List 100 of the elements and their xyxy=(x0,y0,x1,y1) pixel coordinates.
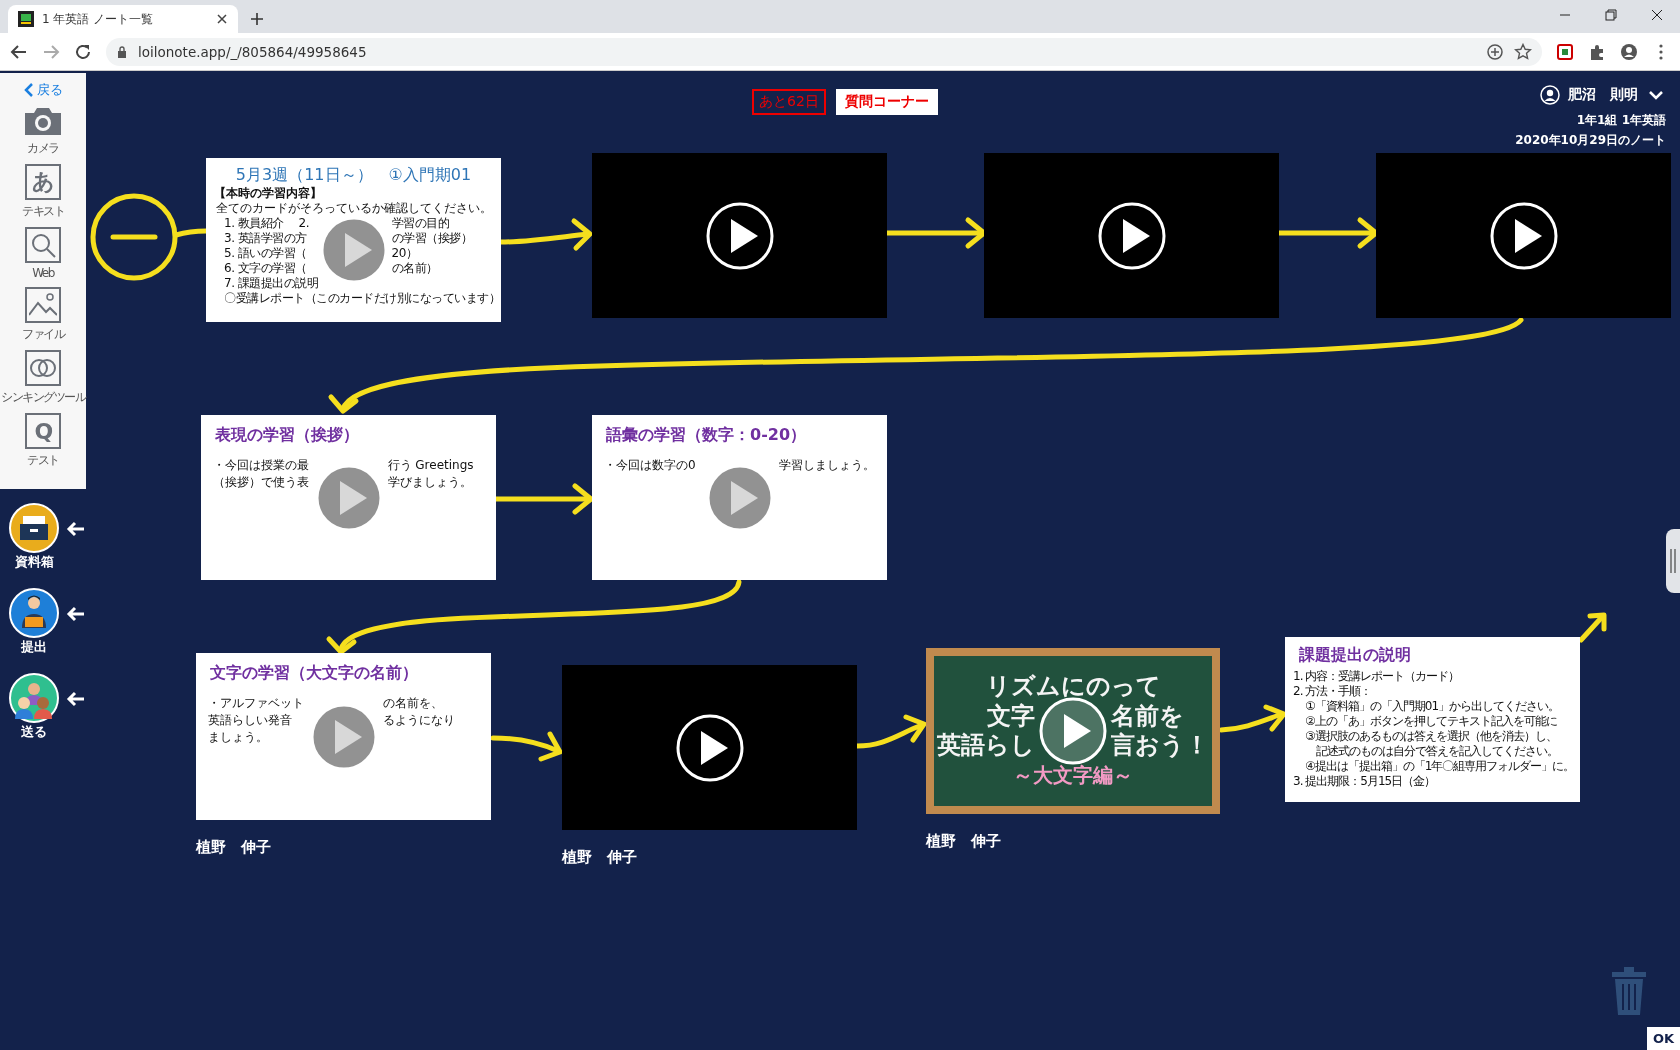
slide-line: ・今回は授業の最 xyxy=(213,457,310,474)
note-date: 2020年10月29日のノート xyxy=(1515,132,1666,149)
slide-title: 文字の学習（大文字の名前） xyxy=(210,662,419,684)
play-button[interactable] xyxy=(1039,697,1107,765)
image-icon xyxy=(25,287,61,323)
video-card[interactable] xyxy=(592,153,887,318)
play-button[interactable] xyxy=(1097,201,1166,270)
connector-arrow xyxy=(1578,612,1607,643)
tool-button[interactable]: カメラ xyxy=(23,105,63,157)
text-card[interactable]: 課題提出の説明 1. 内容：受講レポート（カード） 2. 方法・手順： ①「資料箱」の「入門期01」から出してください。 ②上の「あ」ボタンを押してテキスト記入を可能に ③選択肢のあるものは答えを選択（他を消去）し、 記述式のものは自分で答えを記入してください。 ④提出は「提出箱」の「1年〇組専用フォルダー」に。 3. 提出期限：5月15日（金） xyxy=(1285,637,1580,802)
notebook-icon xyxy=(18,11,34,27)
profile-icon[interactable] xyxy=(1620,42,1638,61)
tray-button[interactable]: 資料箱 xyxy=(9,503,59,571)
slide-line: 学習しましょう。 xyxy=(778,457,876,474)
card-line: 記述式のものは自分で答えを記入してください。 xyxy=(1315,744,1559,759)
card-line: ③選択肢のあるものは答えを選択（他を消去）し、 xyxy=(1305,729,1558,744)
author-name: 植野 伸子 xyxy=(196,838,271,857)
side-panel-handle[interactable] xyxy=(1666,529,1680,593)
search-icon xyxy=(25,227,61,263)
star-icon[interactable] xyxy=(1514,42,1532,61)
slide-line: 6. 文字の学習（ xyxy=(224,261,308,276)
left-arrow-icon xyxy=(66,606,86,622)
video-card[interactable] xyxy=(562,665,857,830)
connector-line xyxy=(175,228,206,238)
chalkboard-subtitle: ～大文字編～ xyxy=(1013,761,1133,789)
browser-tab[interactable]: 1 年英語 ノート一覧 xyxy=(8,5,238,33)
people-icon xyxy=(9,673,59,723)
slide-card[interactable]: 表現の学習（挨拶） ・今回は授業の最 行う Greetings （挨拶）で使う表 学びましょう。 xyxy=(201,415,496,580)
plus-circle-icon[interactable] xyxy=(1486,42,1504,61)
left-arrow-icon xyxy=(66,691,86,707)
card-line: 3. 提出期限：5月15日（金） xyxy=(1293,774,1437,789)
slide-line: 学びましょう。 xyxy=(387,474,473,491)
chalkboard-line: リズムにのって xyxy=(985,673,1161,701)
class-name: 1年1組 1年英語 xyxy=(1576,112,1666,129)
question-corner-button[interactable]: 質問コーナー xyxy=(835,89,938,115)
extension-badge-icon[interactable] xyxy=(1556,42,1574,61)
drawer-icon xyxy=(9,503,59,553)
slide-line: 5. 語いの学習（ xyxy=(224,246,308,261)
minus-circle-icon[interactable] xyxy=(90,193,178,281)
hiragana-icon: あ xyxy=(25,164,61,200)
slide-line: の名前） xyxy=(391,261,439,276)
slide-line: 3. 英語学習の方 xyxy=(224,231,308,246)
slide-line: るようになり xyxy=(382,712,456,729)
new-tab-icon[interactable] xyxy=(250,12,264,26)
chalkboard-card[interactable]: リズムにのって 文字 名前を 英語らし 言おう！ ～大文字編～ xyxy=(926,648,1220,814)
tray-button[interactable]: 提出 xyxy=(9,588,59,656)
q-icon: Q xyxy=(25,413,61,449)
chalkboard-line: 文字 xyxy=(986,702,1035,731)
chalkboard-line: 英語らし xyxy=(937,732,1035,760)
tray-button[interactable]: 送る xyxy=(9,673,59,741)
slide-title: 語彙の学習（数字：0-20） xyxy=(606,424,808,446)
puzzle-icon[interactable] xyxy=(1588,42,1606,61)
address-bar[interactable]: loilonote.app/_/805864/49958645 xyxy=(106,37,1542,66)
card-title: 課題提出の説明 xyxy=(1299,644,1412,666)
slide-note: 全てのカードがそろっているか確認してください。 xyxy=(216,201,493,216)
tool-button[interactable]: Web xyxy=(25,227,61,280)
ok-button[interactable]: OK xyxy=(1646,1027,1680,1050)
video-card[interactable] xyxy=(1376,153,1671,318)
slide-line: 〇受講レポート（このカードだけ別になっています） xyxy=(224,291,493,306)
user-menu[interactable]: 肥沼 則明 xyxy=(1540,85,1666,105)
author-name: 植野 伸子 xyxy=(562,848,637,867)
slide-card[interactable]: 5月3週（11日～） ①入門期01 【本時の学習内容】 全てのカードがそろっているか確認してください。 1. 教員紹介 2. 学習の目的 3. 英語学習の方 の学習（挨拶） 5. 語いの学習（ 20） 6. 文字の学習（ の名前） 7. 課題提出の説明 〇受講レポート（このカードだけ別になっています） xyxy=(206,158,501,322)
connector-arrow xyxy=(1218,704,1287,733)
reload-icon[interactable] xyxy=(74,42,92,61)
slide-card[interactable]: 語彙の学習（数字：0-20） ・今回は数字の0 学習しましょう。 xyxy=(592,415,887,580)
slide-title: 5月3週（11日～） ①入門期01 xyxy=(234,164,473,186)
card-line: ②上の「あ」ボタンを押してテキスト記入を可能に xyxy=(1305,714,1558,729)
slide-line: ・今回は数字の0 xyxy=(604,457,697,474)
card-line: ④提出は「提出箱」の「1年〇組専用フォルダー」に。 xyxy=(1305,759,1574,774)
slide-heading: 【本時の学習内容】 xyxy=(214,186,323,201)
slide-line: の名前を、 xyxy=(382,695,444,712)
author-name: 植野 伸子 xyxy=(926,832,1001,851)
slide-line: ・アルファベット xyxy=(208,695,305,712)
card-line: ①「資料箱」の「入門期01」から出してください。 xyxy=(1305,699,1561,714)
slide-line: 英語らしい発音 xyxy=(208,712,293,729)
slide-line: ましょう。 xyxy=(208,729,269,746)
slide-line: 1. 教員紹介 2. xyxy=(224,216,311,231)
back-button[interactable]: 戻る xyxy=(23,81,63,99)
play-button[interactable] xyxy=(675,713,744,782)
tool-button[interactable]: シンキングツール xyxy=(1,350,85,406)
video-card[interactable] xyxy=(984,153,1279,318)
slide-line: 20） xyxy=(391,246,419,261)
tool-button[interactable]: ファイル xyxy=(22,287,64,343)
tab-title: 1 年英語 ノート一覧 xyxy=(42,10,155,28)
slide-line: 学習の目的 xyxy=(391,216,450,231)
slide-title: 表現の学習（挨拶） xyxy=(215,424,360,446)
camera-icon xyxy=(23,105,63,137)
tool-button[interactable]: Q テスト xyxy=(25,413,61,469)
tool-button[interactable]: あ テキスト xyxy=(22,164,64,220)
back-arrow-icon[interactable] xyxy=(10,42,28,61)
chevron-left-icon xyxy=(23,82,34,98)
slide-card[interactable]: 文字の学習（大文字の名前） ・アルファベット の名前を、 英語らしい発音 るようになり ましょう。 xyxy=(196,653,491,820)
close-icon[interactable] xyxy=(216,13,228,25)
play-button[interactable] xyxy=(705,201,774,270)
rings-icon xyxy=(25,350,61,386)
slide-line: 行う Greetings xyxy=(387,457,475,474)
play-button[interactable] xyxy=(1489,201,1558,270)
card-line: 2. 方法・手順： xyxy=(1293,684,1373,699)
lock-icon xyxy=(116,45,128,58)
slide-line: の学習（挨拶） xyxy=(391,231,473,246)
